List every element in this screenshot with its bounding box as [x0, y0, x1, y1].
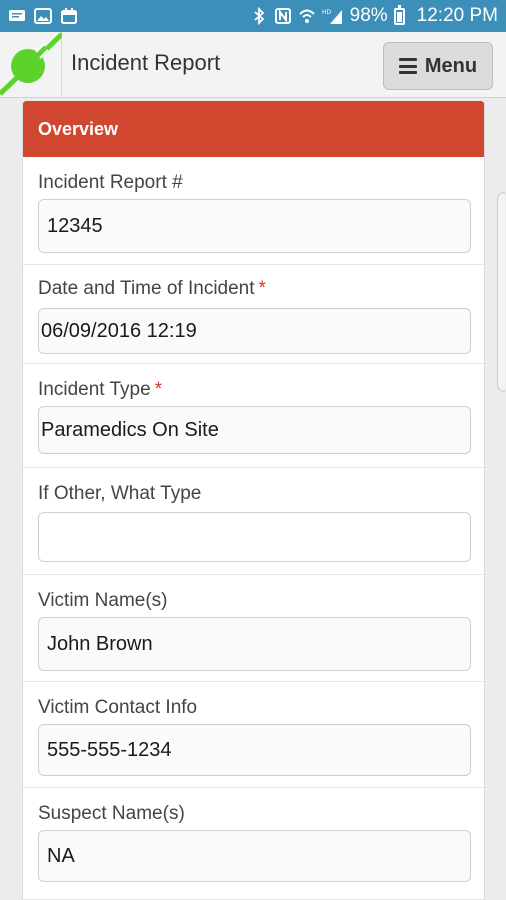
field-incident-type: Incident Type * — [23, 364, 484, 468]
plug-icon — [0, 32, 64, 96]
field-label: Victim Name(s) — [38, 590, 168, 611]
nfc-icon — [274, 8, 291, 24]
svg-text:HD: HD — [322, 9, 332, 16]
field-victim-names: Victim Name(s) — [23, 575, 484, 682]
date-time-input[interactable] — [38, 308, 471, 354]
page-title: Incident Report — [71, 50, 221, 75]
menu-button[interactable]: Menu — [383, 42, 493, 90]
battery-icon — [393, 4, 405, 25]
status-bar: HD 98% 12:20 PM — [0, 0, 506, 32]
clock: 12:20 PM — [416, 5, 498, 26]
field-label: If Other, What Type — [38, 483, 202, 504]
signal-icon: HD — [322, 9, 342, 24]
suspect-names-input[interactable] — [38, 830, 471, 882]
victim-contact-input[interactable] — [38, 724, 471, 776]
incident-type-select[interactable] — [38, 406, 471, 454]
field-suspect-names: Suspect Name(s) — [23, 788, 484, 900]
field-date-time: Date and Time of Incident * — [23, 265, 484, 364]
menu-button-label: Menu — [424, 54, 478, 77]
scrollbar[interactable] — [497, 192, 505, 392]
form-panel: Overview Incident Report # Date and Time… — [22, 101, 485, 900]
field-victim-contact: Victim Contact Info — [23, 682, 484, 788]
notification-icons — [8, 8, 78, 24]
message-icon — [9, 10, 25, 21]
field-label: Incident Type * — [38, 379, 163, 400]
other-type-input[interactable] — [38, 512, 471, 562]
field-label: Suspect Name(s) — [38, 803, 185, 824]
field-label: Date and Time of Incident * — [38, 278, 266, 299]
app-logo — [0, 32, 64, 98]
required-marker: * — [258, 278, 266, 299]
victim-names-input[interactable] — [38, 617, 471, 671]
section-header: Overview — [23, 101, 484, 157]
app-header: Incident Report Menu — [0, 32, 506, 98]
required-marker: * — [154, 379, 163, 400]
field-label: Incident Report # — [38, 172, 183, 193]
incident-report-number-input[interactable] — [38, 199, 471, 253]
field-label: Victim Contact Info — [38, 697, 198, 718]
field-incident-report-number: Incident Report # — [23, 157, 484, 265]
field-other-type: If Other, What Type — [23, 468, 484, 575]
gallery-icon — [34, 8, 52, 24]
system-icons: HD 98% 12:20 PM — [250, 4, 498, 27]
calendar-icon — [61, 8, 77, 24]
hamburger-icon — [398, 58, 417, 74]
wifi-icon — [298, 9, 315, 23]
battery-percent: 98% — [349, 5, 388, 26]
bluetooth-icon — [254, 7, 264, 25]
